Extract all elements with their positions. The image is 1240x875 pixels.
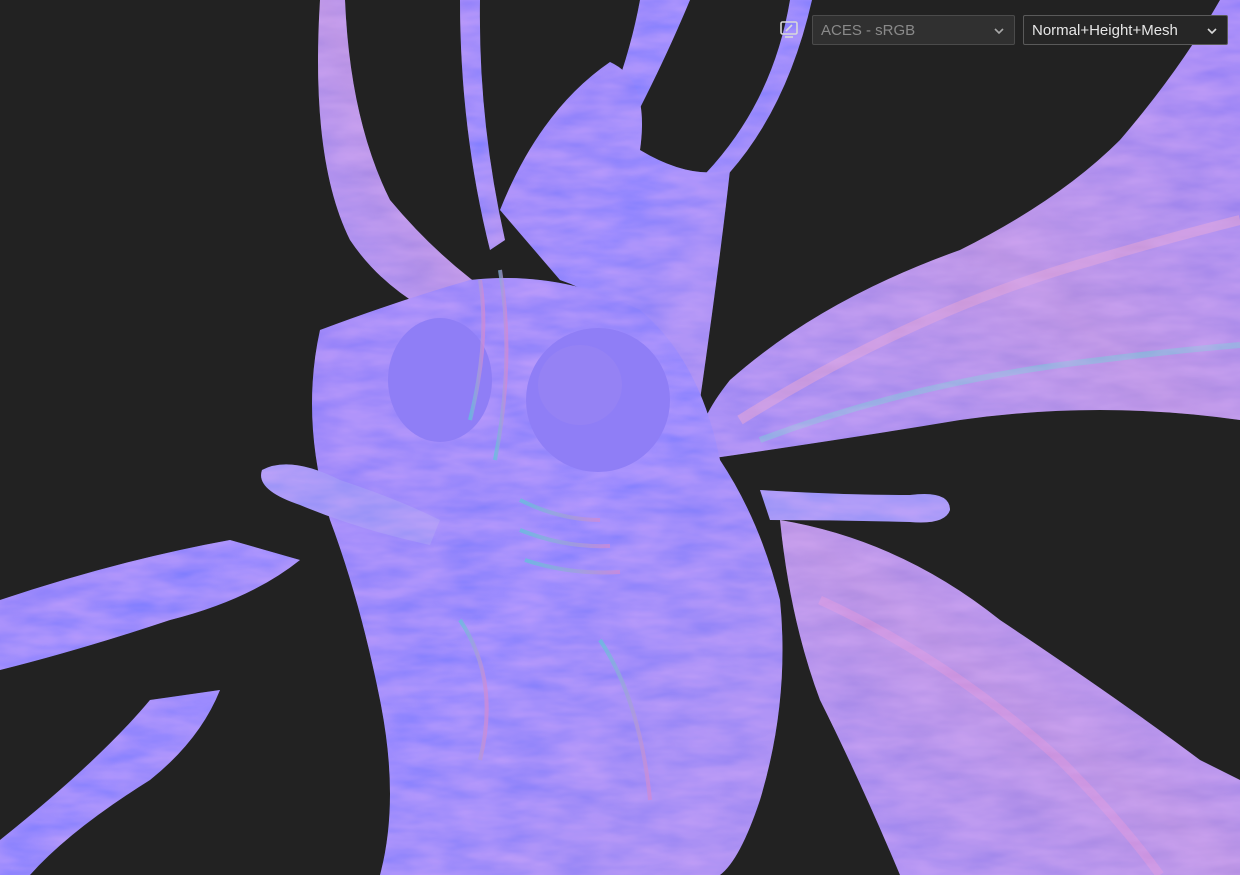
channel-mode-value: Normal+Height+Mesh xyxy=(1032,21,1178,39)
color-space-select[interactable]: ACES - sRGB xyxy=(812,15,1015,45)
right-lower-wing xyxy=(780,520,1240,875)
color-space-value: ACES - sRGB xyxy=(821,21,916,39)
left-leg-lower xyxy=(0,690,220,875)
viewport-toolbar: ACES - sRGB Normal+Height+Mesh xyxy=(774,14,1228,46)
chevron-down-icon xyxy=(1207,28,1217,35)
monitor-pen-icon[interactable] xyxy=(774,15,804,45)
channel-mode-select[interactable]: Normal+Height+Mesh xyxy=(1023,15,1228,45)
normal-map-render xyxy=(0,0,1240,875)
right-tendril xyxy=(760,490,950,523)
left-leg xyxy=(0,540,300,670)
3d-viewport[interactable] xyxy=(0,0,1240,875)
chevron-down-icon xyxy=(994,28,1004,35)
antenna-left xyxy=(460,0,505,250)
